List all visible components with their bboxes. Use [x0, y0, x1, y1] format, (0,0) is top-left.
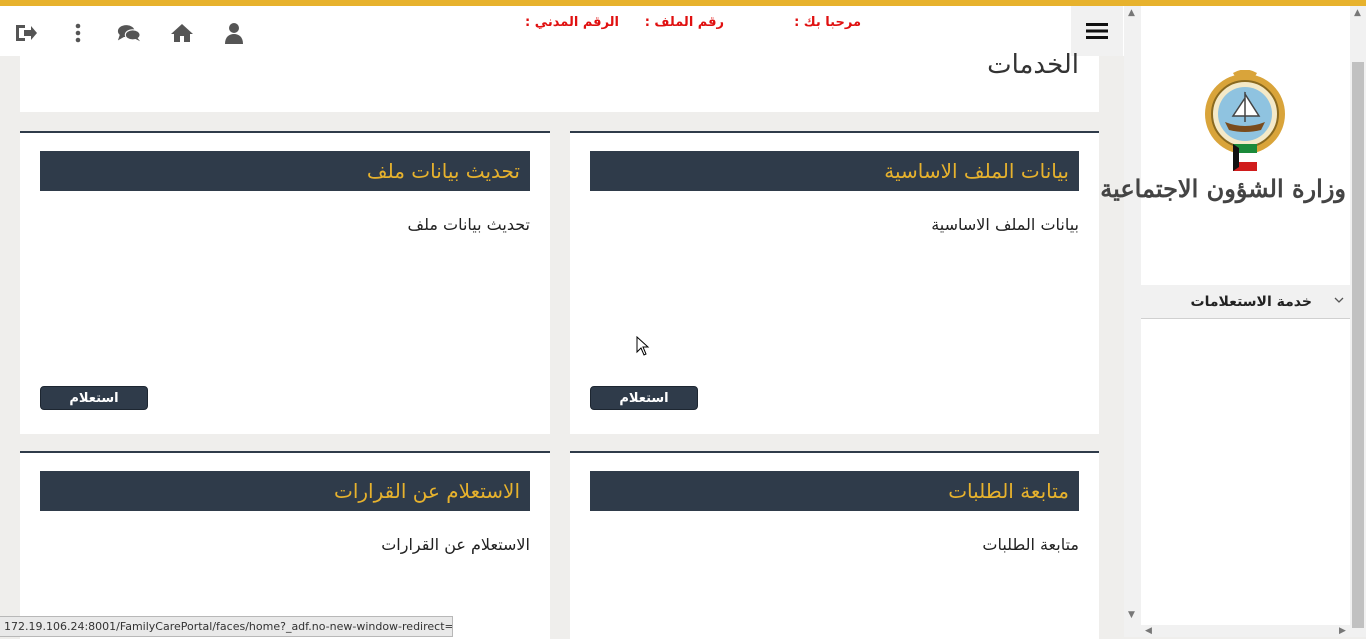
page-title: الخدمات: [987, 50, 1079, 80]
scroll-up-icon[interactable]: ▲: [1354, 8, 1361, 18]
user-icon[interactable]: [222, 22, 246, 44]
scroll-up-icon[interactable]: ▲: [1128, 8, 1135, 18]
inquiry-button[interactable]: استعلام: [590, 386, 698, 410]
card-description: تحديث بيانات ملف: [407, 215, 531, 234]
card-title: متابعة الطلبات: [948, 479, 1069, 503]
ministry-logo-text: وزارة الشؤون الاجتماعية: [1100, 174, 1346, 203]
services-header-panel: الخدمات: [20, 50, 1099, 112]
inquiries-service-accordion[interactable]: خدمة الاستعلامات: [1141, 285, 1350, 319]
service-card-decisions-inquiry: الاستعلام عن القرارات الاستعلام عن القرا…: [20, 451, 550, 639]
card-header: تحديث بيانات ملف: [40, 151, 530, 191]
service-card-update-file-data: تحديث بيانات ملف تحديث بيانات ملف استعلا…: [20, 131, 550, 434]
chevron-down-icon: [1334, 297, 1344, 303]
card-description: بيانات الملف الاساسية: [931, 215, 1079, 234]
inquiry-button[interactable]: استعلام: [40, 386, 148, 410]
home-icon[interactable]: [170, 22, 194, 44]
main-scrollbar[interactable]: ▲ ▼: [1124, 6, 1141, 637]
browser-status-url: 172.19.106.24:8001/FamilyCarePortal/face…: [0, 616, 453, 637]
accordion-label: خدمة الاستعلامات: [1190, 293, 1312, 310]
ministry-emblem-icon: [1205, 70, 1285, 171]
scroll-down-icon[interactable]: ▼: [1128, 610, 1135, 620]
file-number-label: رقم الملف :: [644, 15, 724, 30]
card-title: بيانات الملف الاساسية: [884, 159, 1069, 183]
service-card-basic-file-data: بيانات الملف الاساسية بيانات الملف الاسا…: [570, 131, 1099, 434]
card-description: الاستعلام عن القرارات: [381, 535, 530, 554]
logout-icon[interactable]: [14, 22, 38, 44]
welcome-text: مرحبا بك :: [794, 15, 861, 30]
more-vertical-icon[interactable]: [66, 22, 90, 44]
scroll-left-icon[interactable]: ◀: [1145, 626, 1152, 636]
scroll-right-icon[interactable]: ▶: [1339, 626, 1346, 636]
sidebar-scrollbar[interactable]: ▲: [1350, 6, 1366, 637]
top-header: الرقم المدني : رقم الملف : مرحبا بك :: [0, 6, 1124, 56]
card-header: الاستعلام عن القرارات: [40, 471, 530, 511]
civil-id-label: الرقم المدني :: [525, 15, 619, 30]
card-title: تحديث بيانات ملف: [366, 159, 520, 183]
service-card-track-requests: متابعة الطلبات متابعة الطلبات: [570, 451, 1099, 639]
chat-icon[interactable]: [117, 22, 141, 44]
scrollbar-thumb[interactable]: [1352, 62, 1364, 628]
mouse-cursor-icon: [636, 336, 650, 356]
sidebar-horizontal-scrollbar[interactable]: ◀ ▶: [1141, 625, 1350, 637]
card-description: متابعة الطلبات: [982, 535, 1079, 554]
card-header: بيانات الملف الاساسية: [590, 151, 1079, 191]
card-title: الاستعلام عن القرارات: [334, 479, 520, 503]
sidebar: وزارة الشؤون الاجتماعية خدمة الاستعلامات: [1100, 6, 1350, 637]
card-header: متابعة الطلبات: [590, 471, 1079, 511]
menu-icon[interactable]: [1071, 6, 1123, 56]
